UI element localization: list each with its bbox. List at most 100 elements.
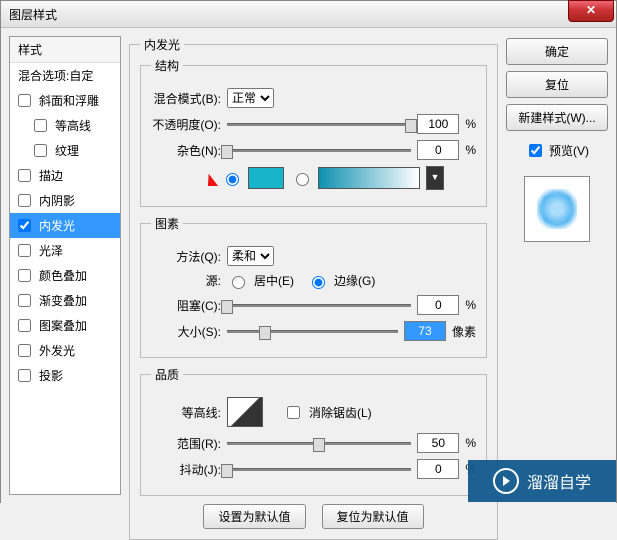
structure-group: 结构 混合模式(B): 正常 不透明度(O): 100 xyxy=(140,57,487,207)
antialias-checkbox[interactable] xyxy=(287,406,300,419)
style-item-10[interactable]: 外发光 xyxy=(10,338,120,363)
quality-group: 品质 等高线: 消除锯齿(L) 范围(R): xyxy=(140,366,487,496)
source-edge-radio[interactable] xyxy=(312,276,325,289)
style-item-checkbox[interactable] xyxy=(18,94,31,107)
size-value[interactable]: 73 xyxy=(404,321,446,341)
blend-mode-select[interactable]: 正常 xyxy=(227,88,274,108)
choke-value[interactable]: 0 xyxy=(417,295,459,315)
style-item-checkbox[interactable] xyxy=(18,319,31,332)
style-item-checkbox[interactable] xyxy=(18,219,31,232)
inner-glow-group: 内发光 结构 混合模式(B): 正常 不透明度(O): xyxy=(129,36,498,540)
style-item-label: 内阴影 xyxy=(39,192,75,209)
style-list-header: 样式 xyxy=(10,37,120,63)
source-label: 源: xyxy=(151,272,221,289)
blend-options-label: 混合选项:自定 xyxy=(18,67,93,84)
opacity-unit: % xyxy=(465,117,476,131)
watermark: 溜溜自学 xyxy=(468,460,616,502)
new-style-label: 新建样式(W)... xyxy=(518,111,595,125)
range-unit: % xyxy=(465,436,476,450)
style-item-4[interactable]: 内阴影 xyxy=(10,188,120,213)
style-item-9[interactable]: 图案叠加 xyxy=(10,313,120,338)
style-item-6[interactable]: 光泽 xyxy=(10,238,120,263)
size-label: 大小(S): xyxy=(151,323,221,340)
style-item-5[interactable]: 内发光 xyxy=(10,213,120,238)
reset-default-button[interactable]: 复位为默认值 xyxy=(322,504,424,529)
style-item-label: 斜面和浮雕 xyxy=(39,92,99,109)
structure-legend: 结构 xyxy=(151,57,183,74)
range-value[interactable]: 50 xyxy=(417,433,459,453)
style-list: 样式 混合选项:自定 斜面和浮雕等高线纹理描边内阴影内发光光泽颜色叠加渐变叠加图… xyxy=(9,36,121,495)
source-center-label: 居中(E) xyxy=(254,272,294,289)
antialias-label: 消除锯齿(L) xyxy=(309,404,372,421)
style-item-checkbox[interactable] xyxy=(18,294,31,307)
watermark-text: 溜溜自学 xyxy=(527,469,591,493)
ok-button[interactable]: 确定 xyxy=(506,38,608,65)
size-slider[interactable] xyxy=(227,322,398,340)
style-item-7[interactable]: 颜色叠加 xyxy=(10,263,120,288)
color-radio[interactable] xyxy=(226,173,239,186)
technique-label: 方法(Q): xyxy=(151,248,221,265)
range-slider[interactable] xyxy=(227,434,411,452)
noise-slider[interactable] xyxy=(227,141,411,159)
preview-checkbox[interactable] xyxy=(529,144,542,157)
layer-style-dialog: 图层样式 ✕ 样式 混合选项:自定 斜面和浮雕等高线纹理描边内阴影内发光光泽颜色… xyxy=(0,0,617,503)
style-item-2[interactable]: 纹理 xyxy=(10,138,120,163)
preview-label: 预览(V) xyxy=(549,142,589,159)
style-item-label: 颜色叠加 xyxy=(39,267,87,284)
style-item-11[interactable]: 投影 xyxy=(10,363,120,388)
style-item-checkbox[interactable] xyxy=(18,169,31,182)
style-item-checkbox[interactable] xyxy=(18,369,31,382)
cancel-button[interactable]: 复位 xyxy=(506,71,608,98)
style-item-checkbox[interactable] xyxy=(34,119,47,132)
style-item-label: 描边 xyxy=(39,167,63,184)
style-item-checkbox[interactable] xyxy=(18,344,31,357)
style-item-label: 投影 xyxy=(39,367,63,384)
choke-unit: % xyxy=(465,298,476,312)
gradient-swatch[interactable] xyxy=(318,167,420,189)
technique-select[interactable]: 柔和 xyxy=(227,246,274,266)
quality-legend: 品质 xyxy=(151,366,183,383)
style-item-label: 内发光 xyxy=(39,217,75,234)
gradient-dropdown-icon[interactable]: ▼ xyxy=(426,166,444,190)
style-item-checkbox[interactable] xyxy=(18,244,31,257)
preview-thumbnail xyxy=(524,176,590,242)
style-item-checkbox[interactable] xyxy=(18,269,31,282)
size-unit: 像素 xyxy=(452,323,476,340)
noise-label: 杂色(N): xyxy=(151,142,221,159)
style-item-label: 等高线 xyxy=(55,117,91,134)
contour-label: 等高线: xyxy=(151,404,221,421)
style-item-3[interactable]: 描边 xyxy=(10,163,120,188)
source-center-radio[interactable] xyxy=(232,276,245,289)
gradient-radio[interactable] xyxy=(296,173,309,186)
jitter-slider[interactable] xyxy=(227,460,411,478)
blend-options-row[interactable]: 混合选项:自定 xyxy=(10,63,120,88)
style-item-label: 渐变叠加 xyxy=(39,292,87,309)
style-item-checkbox[interactable] xyxy=(34,144,47,157)
choke-label: 阻塞(C): xyxy=(151,297,221,314)
set-default-button[interactable]: 设置为默认值 xyxy=(203,504,305,529)
style-item-label: 图案叠加 xyxy=(39,317,87,334)
jitter-value[interactable]: 0 xyxy=(417,459,459,479)
style-item-label: 纹理 xyxy=(55,142,79,159)
opacity-label: 不透明度(O): xyxy=(151,116,221,133)
contour-picker[interactable] xyxy=(227,397,263,427)
choke-slider[interactable] xyxy=(227,296,411,314)
style-item-checkbox[interactable] xyxy=(18,194,31,207)
source-edge-label: 边缘(G) xyxy=(334,272,375,289)
style-item-label: 外发光 xyxy=(39,342,75,359)
opacity-value[interactable]: 100 xyxy=(417,114,459,134)
opacity-slider[interactable] xyxy=(227,115,411,133)
range-label: 范围(R): xyxy=(151,435,221,452)
style-item-8[interactable]: 渐变叠加 xyxy=(10,288,120,313)
blend-mode-label: 混合模式(B): xyxy=(151,90,221,107)
noise-unit: % xyxy=(465,143,476,157)
jitter-label: 抖动(J): xyxy=(151,461,221,478)
new-style-button[interactable]: 新建样式(W)... xyxy=(506,104,608,131)
style-item-0[interactable]: 斜面和浮雕 xyxy=(10,88,120,113)
close-button[interactable]: ✕ xyxy=(568,0,614,22)
style-item-1[interactable]: 等高线 xyxy=(10,113,120,138)
color-swatch[interactable] xyxy=(248,167,284,189)
elements-group: 图素 方法(Q): 柔和 源: 居中(E) 边缘(G) xyxy=(140,215,487,358)
noise-value[interactable]: 0 xyxy=(417,140,459,160)
window-title: 图层样式 xyxy=(9,6,57,23)
